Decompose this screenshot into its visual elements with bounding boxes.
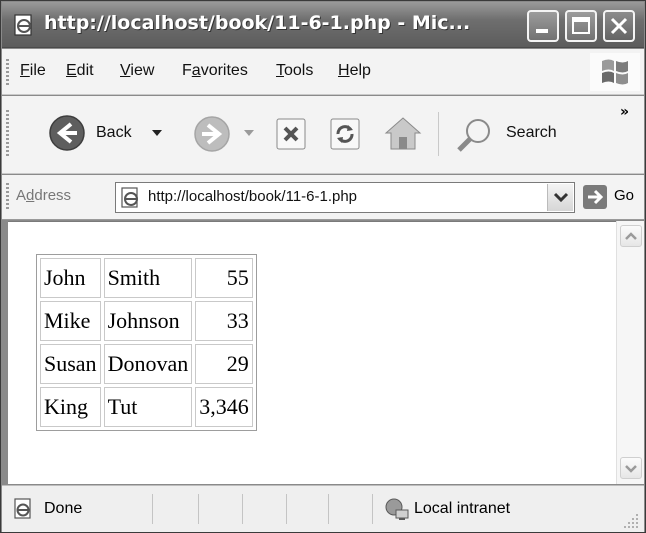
security-zone-text: Local intranet [414,500,511,517]
menu-help[interactable]: Help [338,62,371,80]
search-button[interactable]: Search [450,112,580,156]
back-arrow-icon [49,115,85,151]
status-divider [286,494,287,524]
title-bar[interactable]: http://localhost/book/11-6-1.php - Mic..… [2,2,644,48]
chevron-down-icon[interactable] [244,130,254,138]
table-cell: 3,346 [195,387,253,427]
menu-bar: File Edit View Favorites Tools Help [2,49,644,95]
toolbar-grip[interactable] [6,110,9,158]
status-divider [328,494,329,524]
table-cell: Smith [103,258,193,298]
menu-favorites[interactable]: Favorites [182,62,248,80]
table-cell: Susan [40,344,101,384]
maximize-button[interactable] [565,10,597,42]
windows-flag-icon [590,53,640,91]
minimize-button[interactable] [527,10,559,42]
status-bar: Done Local intranet [2,485,644,532]
address-bar: Address http://localhost/book/11-6-1.php… [2,175,644,220]
home-icon[interactable] [382,113,424,153]
search-icon [457,119,490,152]
back-label: Back [96,124,132,141]
go-arrow-icon[interactable] [582,184,608,210]
address-url: http://localhost/book/11-6-1.php [148,188,358,205]
ie-page-icon [14,14,32,36]
toolbar-overflow-chevron[interactable]: » [620,104,629,120]
table-row: King Tut 3,346 [40,387,253,427]
table-cell: King [40,387,101,427]
chevron-down-icon [553,192,569,203]
table-row: Mike Johnson 33 [40,301,253,341]
close-icon [610,17,628,35]
forward-arrow-icon[interactable] [192,114,232,154]
chevron-up-icon [625,232,637,240]
status-divider [152,494,153,524]
table-cell: John [40,258,101,298]
status-divider [372,494,373,524]
table-row: Susan Donovan 29 [40,344,253,384]
address-label: Address [16,187,72,204]
toolbar-grip[interactable] [6,59,9,85]
status-divider [242,494,243,524]
menu-tools[interactable]: Tools [276,62,313,80]
minimize-icon [536,29,548,33]
status-text: Done [44,500,83,517]
maximize-icon [572,17,590,34]
scroll-down-button[interactable] [620,457,642,479]
window-title: http://localhost/book/11-6-1.php - Mic..… [44,12,471,34]
page-done-icon [14,498,31,519]
resize-grip-icon[interactable] [622,512,640,530]
chevron-down-icon[interactable] [152,130,162,138]
menu-edit[interactable]: Edit [66,62,94,80]
table-cell: 55 [195,258,253,298]
close-button[interactable] [603,10,635,42]
browser-window: http://localhost/book/11-6-1.php - Mic..… [0,0,646,533]
vertical-scrollbar[interactable] [616,221,644,484]
address-dropdown-button[interactable] [547,184,573,211]
table-cell: Johnson [103,301,193,341]
table-cell: Mike [40,301,101,341]
go-button-label[interactable]: Go [614,187,634,204]
address-input[interactable]: http://localhost/book/11-6-1.php [115,182,575,213]
toolbar-grip[interactable] [6,183,9,211]
page-content: John Smith 55 Mike Johnson 33 Susan Donovan 29 Ki… [8,221,616,484]
table-row: John Smith 55 [40,258,253,298]
search-label: Search [506,124,557,141]
status-divider [198,494,199,524]
chevron-down-icon [625,465,637,473]
table-cell: Donovan [103,344,193,384]
local-intranet-icon [385,498,409,520]
stop-icon[interactable] [274,116,308,152]
table-cell: 29 [195,344,253,384]
standard-toolbar: Back Search » [2,96,644,174]
ie-page-icon [121,187,138,208]
refresh-icon[interactable] [328,116,362,152]
menu-file[interactable]: File [20,62,46,80]
scroll-up-button[interactable] [620,225,642,247]
data-table: John Smith 55 Mike Johnson 33 Susan Donovan 29 Ki… [36,254,257,431]
menu-view[interactable]: View [120,62,154,80]
table-cell: Tut [103,387,193,427]
table-cell: 33 [195,301,253,341]
back-button[interactable]: Back [40,114,162,154]
